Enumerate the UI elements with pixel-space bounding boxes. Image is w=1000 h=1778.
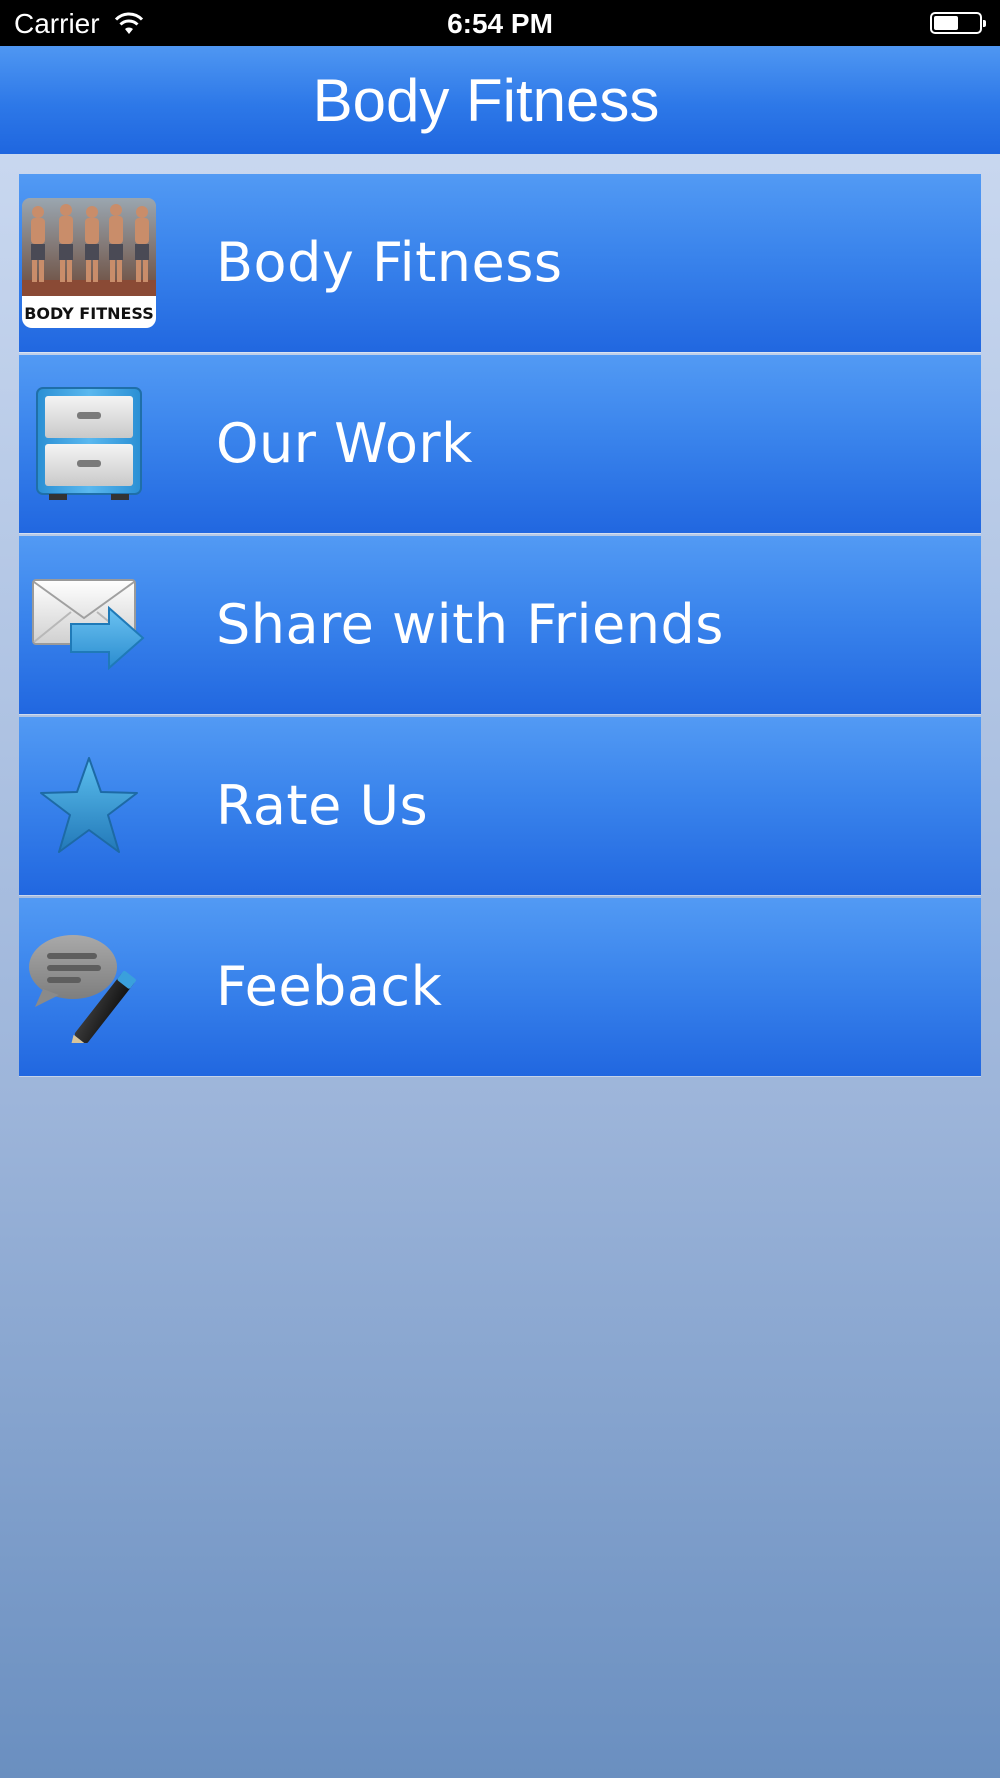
page-title: Body Fitness xyxy=(312,67,660,134)
menu-item-label: Share with Friends xyxy=(216,593,724,656)
menu-list: BODY FITNESS Body Fitness Our Work Share… xyxy=(19,174,981,1079)
menu-item-our-work[interactable]: Our Work xyxy=(19,355,981,533)
battery-icon xyxy=(930,12,986,34)
navigation-bar: Body Fitness xyxy=(0,46,1000,154)
status-bar: Carrier 6:54 PM xyxy=(0,0,1000,46)
body-fitness-logo-text: BODY FITNESS xyxy=(24,304,154,323)
envelope-share-icon xyxy=(19,536,159,714)
star-icon xyxy=(19,717,159,895)
body-fitness-logo-icon: BODY FITNESS xyxy=(19,174,159,352)
menu-item-label: Our Work xyxy=(216,412,473,475)
file-cabinet-icon xyxy=(19,355,159,533)
menu-item-label: Body Fitness xyxy=(216,231,563,294)
menu-item-share-with-friends[interactable]: Share with Friends xyxy=(19,536,981,714)
battery-fill xyxy=(934,16,958,30)
chat-pencil-icon xyxy=(19,898,159,1076)
menu-item-body-fitness[interactable]: BODY FITNESS Body Fitness xyxy=(19,174,981,352)
menu-item-rate-us[interactable]: Rate Us xyxy=(19,717,981,895)
status-time: 6:54 PM xyxy=(447,8,553,39)
menu-item-feedback[interactable]: Feeback xyxy=(19,898,981,1076)
menu-item-label: Rate Us xyxy=(216,774,429,837)
menu-item-label: Feeback xyxy=(216,955,443,1018)
